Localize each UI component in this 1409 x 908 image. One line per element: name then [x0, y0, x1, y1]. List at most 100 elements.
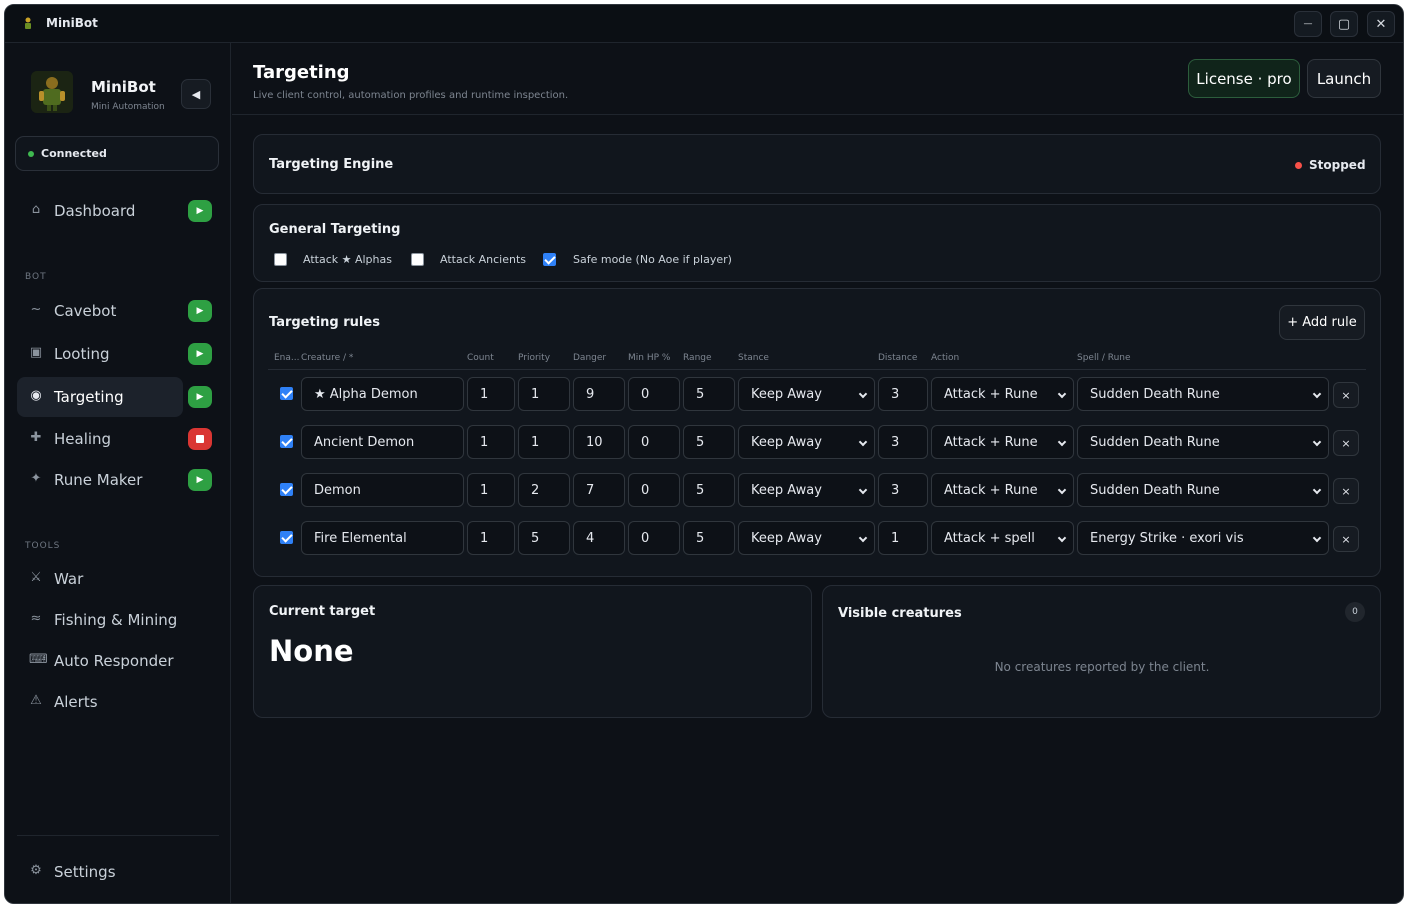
minimize-button[interactable]: — — [1294, 11, 1322, 37]
creature-input[interactable]: Fire Elemental — [301, 521, 464, 555]
min-hp-input[interactable]: 0 — [628, 425, 680, 459]
rule-enabled-checkbox[interactable] — [280, 531, 293, 544]
action-select[interactable]: Attack + Rune — [931, 377, 1074, 411]
spell-select[interactable]: Sudden Death Rune — [1077, 425, 1329, 459]
priority-input[interactable]: 2 — [518, 473, 570, 507]
min-hp-input[interactable]: 0 — [628, 473, 680, 507]
status-dot-icon — [1295, 162, 1302, 169]
min-hp-input[interactable]: 0 — [628, 377, 680, 411]
start-targeting-button[interactable]: ▶ — [188, 386, 212, 408]
start-rune-maker-button[interactable]: ▶ — [188, 469, 212, 491]
table-header-divider — [268, 369, 1366, 370]
danger-input[interactable]: 9 — [573, 377, 625, 411]
spell-select[interactable]: Energy Strike · exori vis — [1077, 521, 1329, 555]
connection-dot-icon — [28, 151, 34, 157]
range-input[interactable]: 5 — [683, 425, 735, 459]
sidebar-item-dashboard[interactable]: ⌂ Dashboard — [17, 191, 183, 231]
sidebar-item-cavebot[interactable]: ~ Cavebot — [17, 291, 183, 331]
chevron-down-icon — [1057, 389, 1067, 399]
brand-name: MiniBot — [91, 78, 156, 96]
distance-input[interactable]: 3 — [878, 377, 928, 411]
count-input-value: 1 — [480, 530, 489, 546]
count-input[interactable]: 1 — [467, 377, 515, 411]
sidebar-item-label: Rune Maker — [54, 471, 143, 489]
collapse-sidebar-button[interactable]: ◀ — [181, 79, 211, 109]
sidebar-item-label: Dashboard — [54, 202, 136, 220]
rule-enabled-checkbox[interactable] — [280, 435, 293, 448]
start-dashboard-button[interactable]: ▶ — [188, 200, 212, 222]
sidebar-item-alerts[interactable]: ⚠ Alerts — [17, 682, 183, 722]
count-input[interactable]: 1 — [467, 521, 515, 555]
safe-mode-checkbox[interactable] — [543, 253, 556, 266]
start-cavebot-button[interactable]: ▶ — [188, 300, 212, 322]
danger-input[interactable]: 10 — [573, 425, 625, 459]
danger-input[interactable]: 7 — [573, 473, 625, 507]
action-select[interactable]: Attack + Rune — [931, 473, 1074, 507]
distance-input[interactable]: 3 — [878, 473, 928, 507]
distance-input[interactable]: 3 — [878, 425, 928, 459]
stance-select[interactable]: Keep Away — [738, 521, 875, 555]
stance-select[interactable]: Keep Away — [738, 377, 875, 411]
range-input[interactable]: 5 — [683, 521, 735, 555]
sidebar-item-targeting[interactable]: ◉ Targeting — [17, 377, 183, 417]
col-distance: Distance — [878, 353, 918, 363]
min-hp-input[interactable]: 0 — [628, 521, 680, 555]
priority-input-value: 2 — [531, 482, 540, 498]
count-input[interactable]: 1 — [467, 473, 515, 507]
maximize-button[interactable]: ▢ — [1330, 11, 1358, 37]
sidebar-item-auto-responder[interactable]: ⌨ Auto Responder — [17, 641, 183, 681]
priority-input[interactable]: 1 — [518, 377, 570, 411]
add-rule-button[interactable]: + Add rule — [1279, 305, 1365, 340]
priority-input[interactable]: 5 — [518, 521, 570, 555]
license-button[interactable]: License · pro — [1188, 59, 1300, 98]
distance-input[interactable]: 1 — [878, 521, 928, 555]
chevron-down-icon — [1312, 437, 1322, 447]
launch-button[interactable]: Launch — [1307, 59, 1381, 98]
priority-input[interactable]: 1 — [518, 425, 570, 459]
delete-rule-button[interactable]: × — [1333, 430, 1359, 456]
sidebar-item-war[interactable]: ⚔ War — [17, 559, 183, 599]
distance-input-value: 3 — [891, 482, 900, 498]
action-select-value: Attack + spell — [944, 530, 1035, 546]
sidebar-item-healing[interactable]: ✚ Healing — [17, 419, 183, 459]
creature-input[interactable]: Ancient Demon — [301, 425, 464, 459]
visible-creatures-title: Visible creatures — [838, 606, 962, 621]
spell-select[interactable]: Sudden Death Rune — [1077, 473, 1329, 507]
delete-rule-button[interactable]: × — [1333, 478, 1359, 504]
sidebar-item-rune-maker[interactable]: ✦ Rune Maker — [17, 460, 183, 500]
rule-enabled-checkbox[interactable] — [280, 483, 293, 496]
creature-count-badge: 0 — [1345, 602, 1365, 622]
spell-select-value: Energy Strike · exori vis — [1090, 530, 1244, 546]
range-input[interactable]: 5 — [683, 377, 735, 411]
delete-rule-button[interactable]: × — [1333, 382, 1359, 408]
close-button[interactable]: ✕ — [1367, 11, 1395, 37]
general-targeting-title: General Targeting — [269, 222, 401, 237]
stance-select[interactable]: Keep Away — [738, 473, 875, 507]
stance-select-value: Keep Away — [751, 530, 822, 546]
sidebar-item-looting[interactable]: ▣ Looting — [17, 334, 183, 374]
attack-ancients-checkbox[interactable] — [411, 253, 424, 266]
stance-select[interactable]: Keep Away — [738, 425, 875, 459]
stop-healing-button[interactable] — [188, 428, 212, 450]
sidebar-item-settings[interactable]: ⚙ Settings — [17, 852, 183, 892]
priority-input-value: 5 — [531, 530, 540, 546]
start-looting-button[interactable]: ▶ — [188, 343, 212, 365]
attack-alphas-checkbox[interactable] — [274, 253, 287, 266]
sidebar-item-label: War — [54, 570, 84, 588]
rule-enabled-checkbox[interactable] — [280, 387, 293, 400]
attack-ancients-label: Attack Ancients — [440, 253, 526, 266]
count-input[interactable]: 1 — [467, 425, 515, 459]
delete-rule-button[interactable]: × — [1333, 526, 1359, 552]
visible-creatures-card: Visible creatures 0 No creatures reporte… — [822, 585, 1381, 718]
chevron-down-icon — [1312, 389, 1322, 399]
col-spell: Spell / Rune — [1077, 353, 1131, 363]
action-select[interactable]: Attack + Rune — [931, 425, 1074, 459]
range-input[interactable]: 5 — [683, 473, 735, 507]
action-select[interactable]: Attack + spell — [931, 521, 1074, 555]
creature-input[interactable]: ★ Alpha Demon — [301, 377, 464, 411]
title-bar[interactable]: MiniBot — ▢ ✕ — [5, 5, 1403, 43]
creature-input[interactable]: Demon — [301, 473, 464, 507]
sidebar-item-fishing-mining[interactable]: ≈ Fishing & Mining — [17, 600, 183, 640]
danger-input[interactable]: 4 — [573, 521, 625, 555]
spell-select[interactable]: Sudden Death Rune — [1077, 377, 1329, 411]
